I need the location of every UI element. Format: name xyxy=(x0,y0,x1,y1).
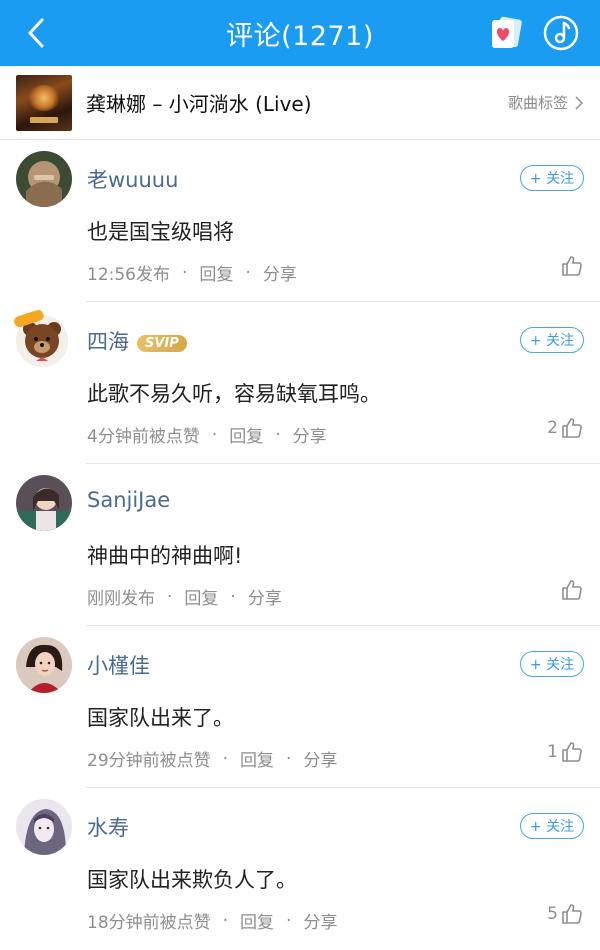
share-button[interactable]: 分享 xyxy=(248,584,282,609)
reply-button[interactable]: 回复 xyxy=(199,260,233,285)
comment-time: 12:56发布 xyxy=(87,265,170,285)
reply-button[interactable]: 回复 xyxy=(240,908,274,933)
comment-item: 四海 SVIP + 关注 此歌不易久听，容易缺氧耳鸣。 4分钟前被点赞 · 回复 … xyxy=(0,302,600,464)
comment-meta: 刚刚发布 · 回复 · 分享 xyxy=(87,584,282,610)
comment-meta: 12:56发布 · 回复 · 分享 xyxy=(87,260,297,286)
now-playing-button[interactable] xyxy=(542,14,580,52)
follow-button[interactable]: + 关注 xyxy=(520,327,584,353)
like-button[interactable] xyxy=(558,578,584,602)
comment-text: 国家队出来欺负人了。 xyxy=(87,868,297,892)
reply-button[interactable]: 回复 xyxy=(229,422,263,447)
like-button[interactable]: 5 xyxy=(547,902,584,926)
user-avatar-image xyxy=(16,637,72,693)
chevron-right-icon xyxy=(575,95,584,110)
heart-card-icon xyxy=(492,16,522,48)
like-count: 2 xyxy=(547,418,558,438)
album-cover xyxy=(16,74,72,131)
user-avatar-image xyxy=(16,151,72,207)
thumbs-up-icon xyxy=(562,418,582,438)
like-button[interactable]: 2 xyxy=(547,416,584,440)
thumbs-up-icon xyxy=(562,256,582,276)
comment-time: 18分钟前被点赞 xyxy=(87,913,211,933)
username[interactable]: 老wuuuu xyxy=(87,164,178,194)
comment-text: 也是国宝级唱将 xyxy=(87,220,234,244)
comment-meta: 18分钟前被点赞 · 回复 · 分享 xyxy=(87,908,337,934)
like-button[interactable] xyxy=(558,254,584,278)
back-button[interactable] xyxy=(22,17,54,49)
reply-button[interactable]: 回复 xyxy=(240,746,274,771)
comment-text: 神曲中的神曲啊! xyxy=(87,544,243,568)
svip-badge: SVIP xyxy=(137,334,187,352)
username[interactable]: SanjiJae xyxy=(87,488,170,512)
avatar[interactable] xyxy=(16,475,72,531)
username-text[interactable]: 四海 xyxy=(87,330,129,354)
song-tag-link[interactable]: 歌曲标签 xyxy=(508,92,584,113)
comment-meta: 29分钟前被点赞 · 回复 · 分享 xyxy=(87,746,337,772)
follow-button[interactable]: + 关注 xyxy=(520,651,584,677)
comment-text: 国家队出来了。 xyxy=(87,706,234,730)
comment-item: SanjiJae 神曲中的神曲啊! 刚刚发布 · 回复 · 分享 xyxy=(0,464,600,626)
comment-meta: 4分钟前被点赞 · 回复 · 分享 xyxy=(87,422,327,448)
share-button[interactable]: 分享 xyxy=(293,422,327,447)
avatar[interactable] xyxy=(16,151,72,207)
top-bar: 评论(1271) xyxy=(0,0,600,66)
follow-button[interactable]: + 关注 xyxy=(520,165,584,191)
song-tag-label: 歌曲标签 xyxy=(507,94,568,112)
thumbs-up-icon xyxy=(562,580,582,600)
comment-time: 刚刚发布 xyxy=(87,589,155,609)
comment-time: 29分钟前被点赞 xyxy=(87,751,211,771)
share-button[interactable]: 分享 xyxy=(263,260,297,285)
avatar[interactable] xyxy=(16,637,72,693)
comment-time: 4分钟前被点赞 xyxy=(87,427,200,447)
avatar[interactable] xyxy=(16,799,72,855)
username[interactable]: 小槿佳 xyxy=(87,650,150,680)
comment-item: 水寿 + 关注 国家队出来欺负人了。 18分钟前被点赞 · 回复 · 分享 5 xyxy=(0,788,600,950)
reply-button[interactable]: 回复 xyxy=(184,584,218,609)
username[interactable]: 四海 SVIP xyxy=(87,326,187,356)
song-title: 龚琳娜 – 小河淌水 (Live) xyxy=(86,92,312,116)
user-avatar-image xyxy=(16,475,72,531)
share-button[interactable]: 分享 xyxy=(303,908,337,933)
thumbs-up-icon xyxy=(562,904,582,924)
chevron-left-icon xyxy=(28,18,44,48)
share-button[interactable]: 分享 xyxy=(303,746,337,771)
follow-button[interactable]: + 关注 xyxy=(520,813,584,839)
like-button[interactable]: 1 xyxy=(547,740,584,764)
comment-item: 老wuuuu + 关注 也是国宝级唱将 12:56发布 · 回复 · 分享 xyxy=(0,140,600,302)
comment-item: 小槿佳 + 关注 国家队出来了。 29分钟前被点赞 · 回复 · 分享 1 xyxy=(0,626,600,788)
like-count: 1 xyxy=(547,742,558,762)
username[interactable]: 水寿 xyxy=(87,812,129,842)
like-count: 5 xyxy=(547,904,558,924)
user-avatar-image xyxy=(14,309,68,367)
song-info-bar[interactable]: 龚琳娜 – 小河淌水 (Live) 歌曲标签 xyxy=(0,66,600,140)
heart-card-button[interactable] xyxy=(488,14,524,52)
comment-list: 老wuuuu + 关注 也是国宝级唱将 12:56发布 · 回复 · 分享 四海… xyxy=(0,140,600,950)
page-title: 评论(1271) xyxy=(226,20,374,52)
avatar[interactable] xyxy=(14,309,72,369)
user-avatar-image xyxy=(16,799,72,855)
comment-text: 此歌不易久听，容易缺氧耳鸣。 xyxy=(87,382,381,406)
thumbs-up-icon xyxy=(562,742,582,762)
music-disc-icon xyxy=(543,15,579,51)
